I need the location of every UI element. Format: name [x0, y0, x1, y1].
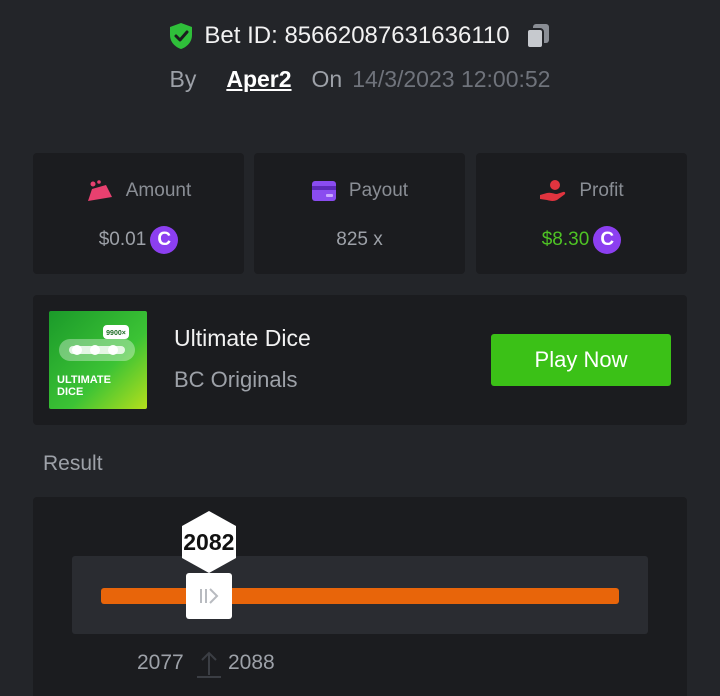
payout-value-row: 825 x [254, 225, 465, 255]
amount-value-row: $0.01 C [33, 225, 244, 255]
payout-header: Payout [254, 177, 465, 205]
bet-timestamp: 14/3/2023 12:00:52 [352, 65, 551, 92]
profit-value: $8.30 [541, 229, 590, 250]
coin-icon: C [150, 226, 179, 254]
result-bar [101, 588, 619, 604]
bet-meta-row: By Aper2 On 14/3/2023 12:00:52 [0, 62, 720, 96]
shield-check-icon [170, 23, 193, 49]
card-icon [311, 181, 336, 201]
profit-value-row: $8.30 C [476, 225, 687, 255]
game-card: 9900× ULTIMATE DICE Ultimate Dice BC Ori… [33, 295, 687, 425]
play-now-button[interactable]: Play Now [491, 334, 671, 386]
profit-header: Profit [476, 177, 687, 205]
slider-handle[interactable] [185, 573, 232, 619]
profit-hand-icon [540, 180, 566, 201]
result-value: 2082 [183, 528, 235, 555]
arrow-up-icon [197, 651, 221, 678]
svg-text:9900×: 9900× [106, 330, 126, 337]
payout-card: Payout 825 x [254, 153, 465, 274]
bet-id-text: Bet ID: 85662087631636110 [204, 22, 510, 49]
svg-text:ULTIMATE: ULTIMATE [57, 374, 111, 386]
result-value-marker: 2082 [178, 509, 240, 575]
game-thumbnail[interactable]: 9900× ULTIMATE DICE [49, 311, 147, 409]
on-label: On [311, 65, 343, 92]
slider-grip-icon [199, 588, 219, 604]
amount-label: Amount [125, 180, 192, 201]
game-title[interactable]: Ultimate Dice [174, 325, 311, 352]
game-provider: BC Originals [174, 367, 298, 392]
payout-value: 825 x [336, 229, 383, 250]
bet-id-row: Bet ID: 85662087631636110 [0, 18, 720, 54]
amount-icon [87, 180, 112, 201]
amount-value: $0.01 [98, 229, 147, 250]
profit-label: Profit [579, 180, 624, 201]
game-thumbnail-art: 9900× ULTIMATE DICE [57, 325, 135, 398]
range-high: 2088 [228, 651, 275, 674]
svg-text:DICE: DICE [57, 386, 83, 398]
user-link[interactable]: Aper2 [226, 66, 291, 93]
coin-icon: C [593, 226, 622, 254]
amount-card: Amount $0.01 C [33, 153, 244, 274]
range-low: 2077 [137, 651, 184, 674]
by-label: By [169, 65, 197, 92]
result-heading: Result [43, 452, 103, 475]
payout-label: Payout [348, 180, 409, 201]
amount-header: Amount [33, 177, 244, 205]
copy-icon[interactable] [524, 22, 552, 50]
result-panel: 2082 2077 2088 [33, 497, 687, 696]
result-range: 2077 2088 [33, 649, 687, 679]
profit-card: Profit $8.30 C [476, 153, 687, 274]
